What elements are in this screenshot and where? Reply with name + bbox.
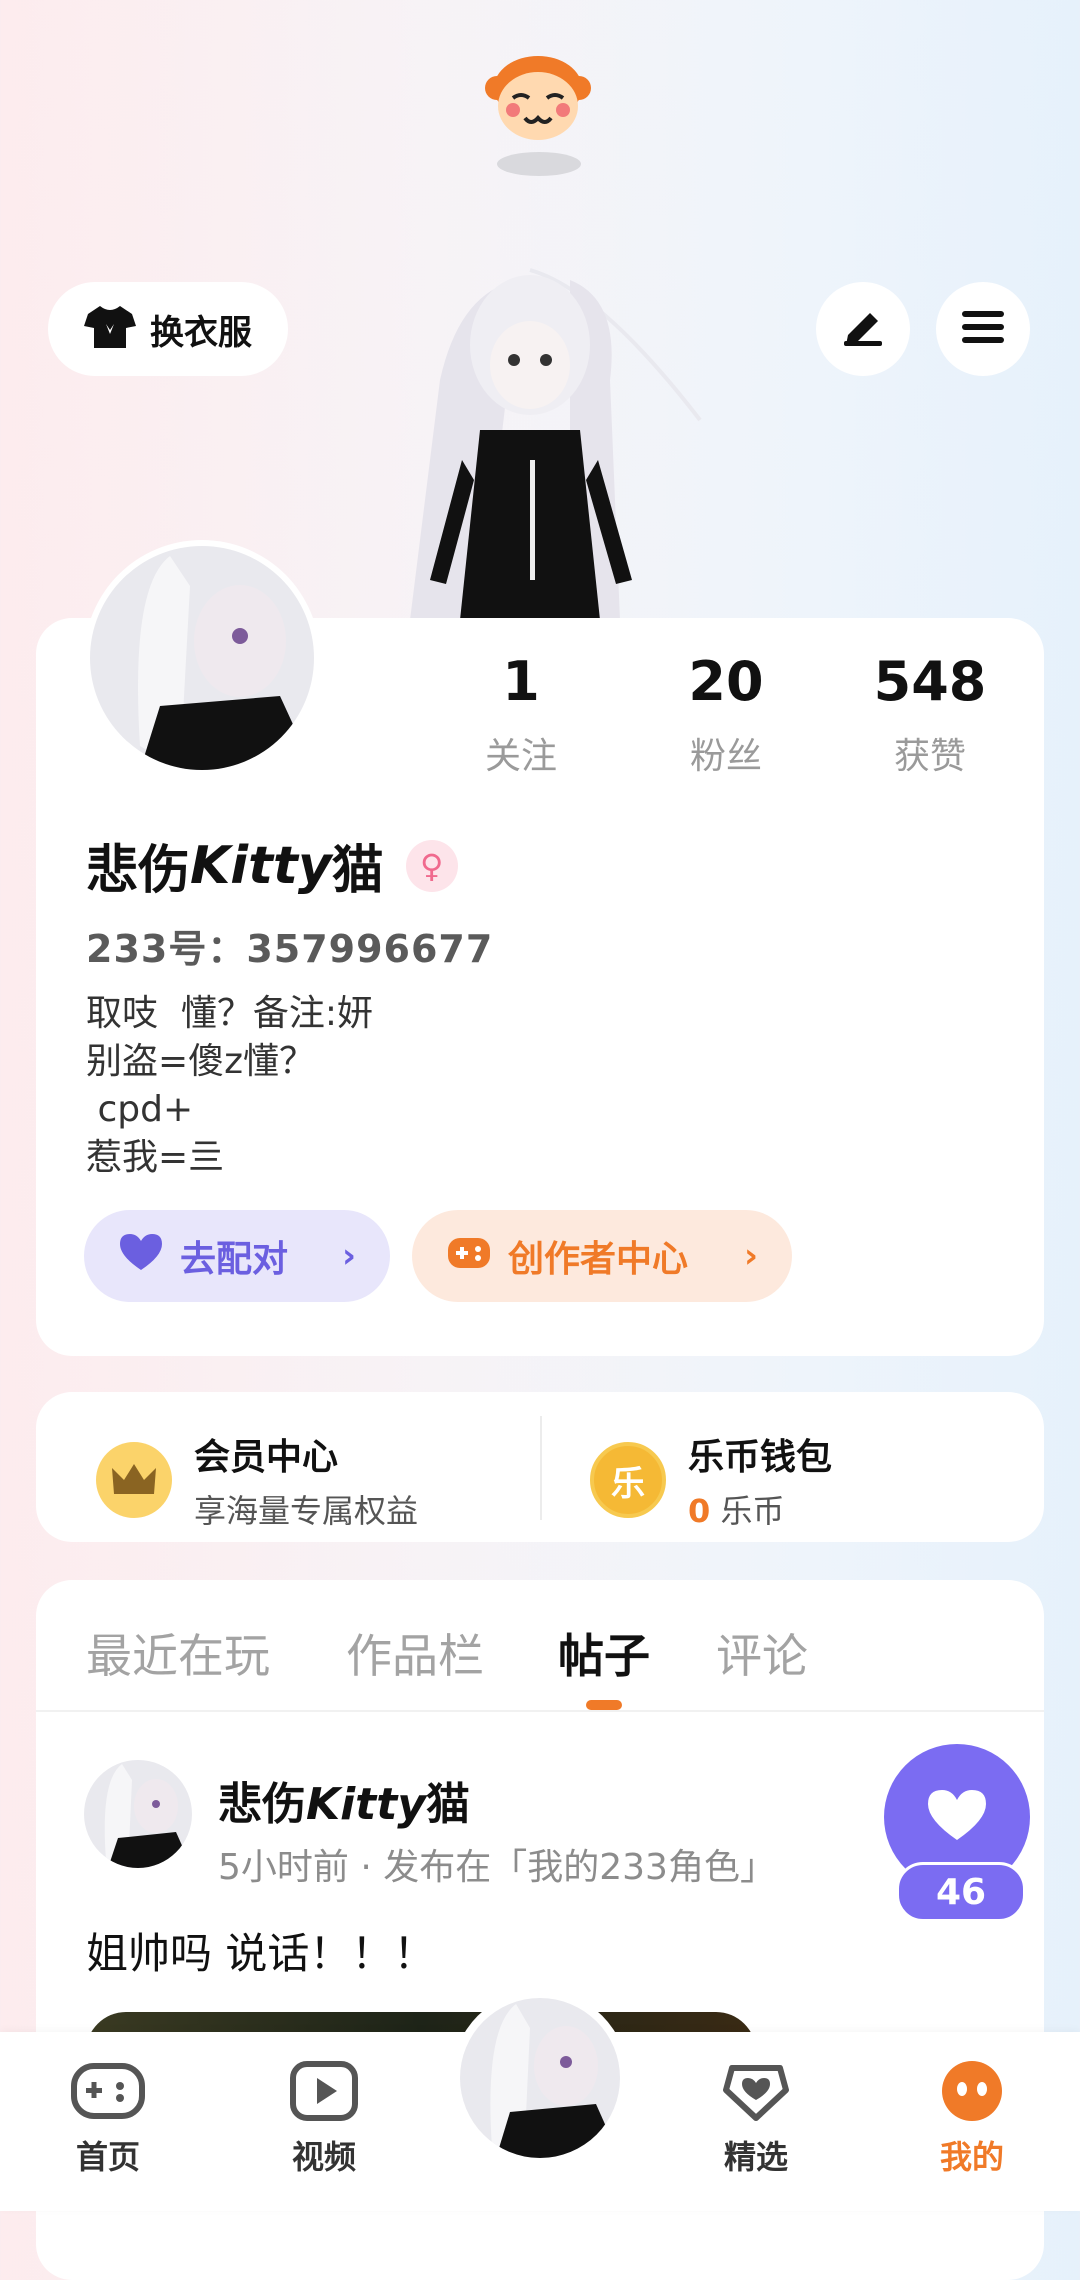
wallet-entry[interactable]: 乐 乐币钱包 0 乐币: [590, 1428, 832, 1532]
change-outfit-label: 换衣服: [150, 312, 252, 353]
wallet-amount: 0: [688, 1492, 711, 1530]
like-count: 46: [896, 1862, 1026, 1922]
post-text: 姐帅吗 说话！！！: [86, 1929, 436, 1978]
nav-mine[interactable]: 我的: [912, 2060, 1032, 2178]
menu-icon: [960, 307, 1006, 351]
chevron-right-icon: ›: [743, 1236, 758, 1276]
nav-video-label: 视频: [291, 2138, 356, 2176]
match-button[interactable]: 去配对 ›: [84, 1210, 390, 1302]
tab-posts[interactable]: 帖子: [558, 1620, 650, 1686]
nav-mine-label: 我的: [939, 2138, 1004, 2176]
stat-label: 关注: [484, 736, 557, 777]
gamepad-icon: [446, 1232, 492, 1281]
wallet-unit: 乐币: [720, 1492, 785, 1530]
nav-featured-label: 精选: [723, 2138, 788, 2176]
tab-indicator: [586, 1700, 622, 1710]
tab-divider: [36, 1710, 1044, 1712]
play-icon: [289, 2061, 359, 2126]
post-author-name[interactable]: 悲伤Kitty猫: [218, 1768, 470, 1832]
creator-label: 创作者中心: [508, 1239, 689, 1280]
menu-button[interactable]: [936, 282, 1030, 376]
nav-home-label: 首页: [75, 2138, 140, 2176]
user-id[interactable]: 233号：357996677: [86, 918, 493, 973]
nav-home[interactable]: 首页: [48, 2060, 168, 2178]
tab-works[interactable]: 作品栏: [346, 1620, 484, 1686]
crown-icon: [96, 1442, 172, 1518]
smile-face-icon: [939, 2061, 1005, 2126]
vip-center-entry[interactable]: 会员中心 享海量专属权益: [96, 1428, 418, 1532]
heart-icon: [118, 1232, 164, 1281]
avatar-character[interactable]: [370, 260, 720, 620]
coin-icon: 乐: [590, 1442, 666, 1518]
username-prefix: 悲伤: [86, 841, 191, 901]
tab-recently-played[interactable]: 最近在玩: [86, 1620, 270, 1686]
nav-avatar-button[interactable]: [452, 1990, 628, 2166]
female-icon: ♀: [405, 839, 458, 892]
heart-badge-icon: [720, 2065, 792, 2126]
stat-fans[interactable]: 20 粉丝: [641, 650, 811, 779]
stat-value: 548: [873, 650, 987, 713]
stat-following[interactable]: 1 关注: [436, 650, 606, 779]
post-meta: 5小时前 · 发布在「我的233角色」: [218, 1847, 776, 1888]
vip-title: 会员中心: [194, 1437, 339, 1478]
post-author-prefix: 悲伤: [218, 1779, 306, 1830]
stat-value: 20: [688, 650, 764, 713]
creator-center-button[interactable]: 创作者中心 ›: [412, 1210, 792, 1302]
stat-label: 粉丝: [689, 736, 762, 777]
tshirt-icon: [84, 304, 136, 354]
profile-bio: 取吱 懂？备注:妍 别盗=傻z懂？ cpd+ 惹我=亖: [86, 993, 374, 1178]
gamepad-icon: [70, 2063, 146, 2126]
username-suffix: 猫: [331, 841, 384, 901]
pen-icon: [840, 307, 886, 351]
divider: [540, 1416, 542, 1520]
profile-avatar[interactable]: [84, 540, 320, 776]
wallet-title: 乐币钱包: [688, 1437, 833, 1478]
change-outfit-button[interactable]: 换衣服: [48, 282, 288, 376]
nav-video[interactable]: 视频: [264, 2060, 384, 2178]
stat-likes[interactable]: 548 获赞: [845, 650, 1015, 779]
mascot-shadow: [497, 152, 581, 176]
post-author-avatar[interactable]: [84, 1760, 192, 1868]
tab-comments[interactable]: 评论: [716, 1620, 808, 1686]
match-label: 去配对: [180, 1239, 289, 1280]
chevron-right-icon: ›: [341, 1236, 356, 1276]
stat-label: 获赞: [893, 736, 966, 777]
username: 悲伤 Kitty 猫 ♀: [86, 828, 458, 903]
edit-profile-button[interactable]: [816, 282, 910, 376]
monkey-mascot-icon[interactable]: [483, 48, 593, 148]
vip-subtitle: 享海量专属权益: [194, 1492, 419, 1530]
post-author-italic: Kitty: [306, 1779, 426, 1830]
username-italic: Kitty: [190, 835, 332, 896]
wallet-balance: 0 乐币: [688, 1486, 832, 1532]
nav-featured[interactable]: 精选: [696, 2060, 816, 2178]
post-author-suffix: 猫: [425, 1779, 470, 1830]
stat-value: 1: [502, 650, 540, 713]
heart-icon: [926, 1788, 988, 1846]
